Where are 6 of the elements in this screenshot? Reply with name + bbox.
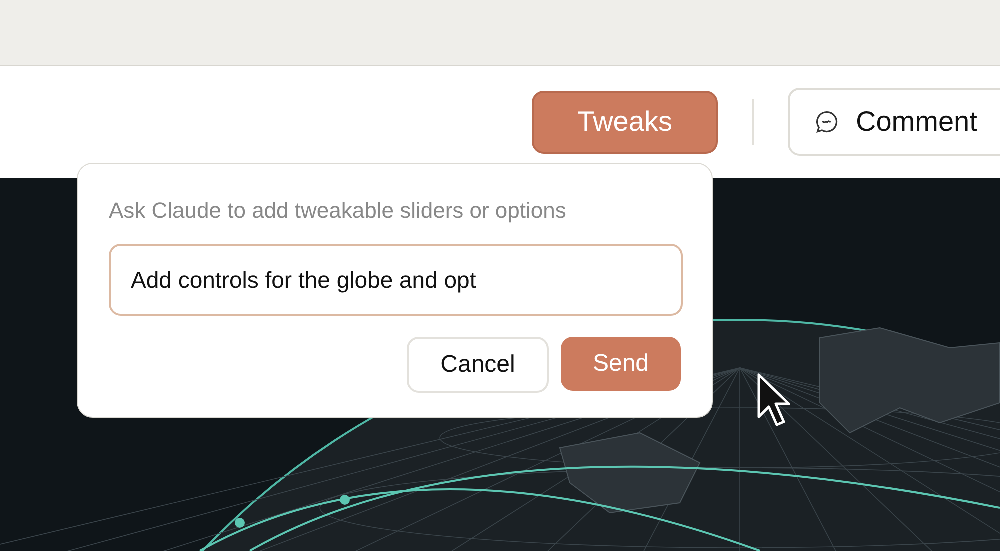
input-field[interactable]: Add controls for the globe and opt [109,244,683,316]
comment-button[interactable]: Comment [788,88,1000,156]
speech-bubble-icon [814,109,840,135]
mouse-pointer-icon [757,373,791,429]
cancel-button[interactable]: Cancel [407,337,549,393]
prompt-label: Ask Claude to add tweakable sliders or options [109,197,568,225]
